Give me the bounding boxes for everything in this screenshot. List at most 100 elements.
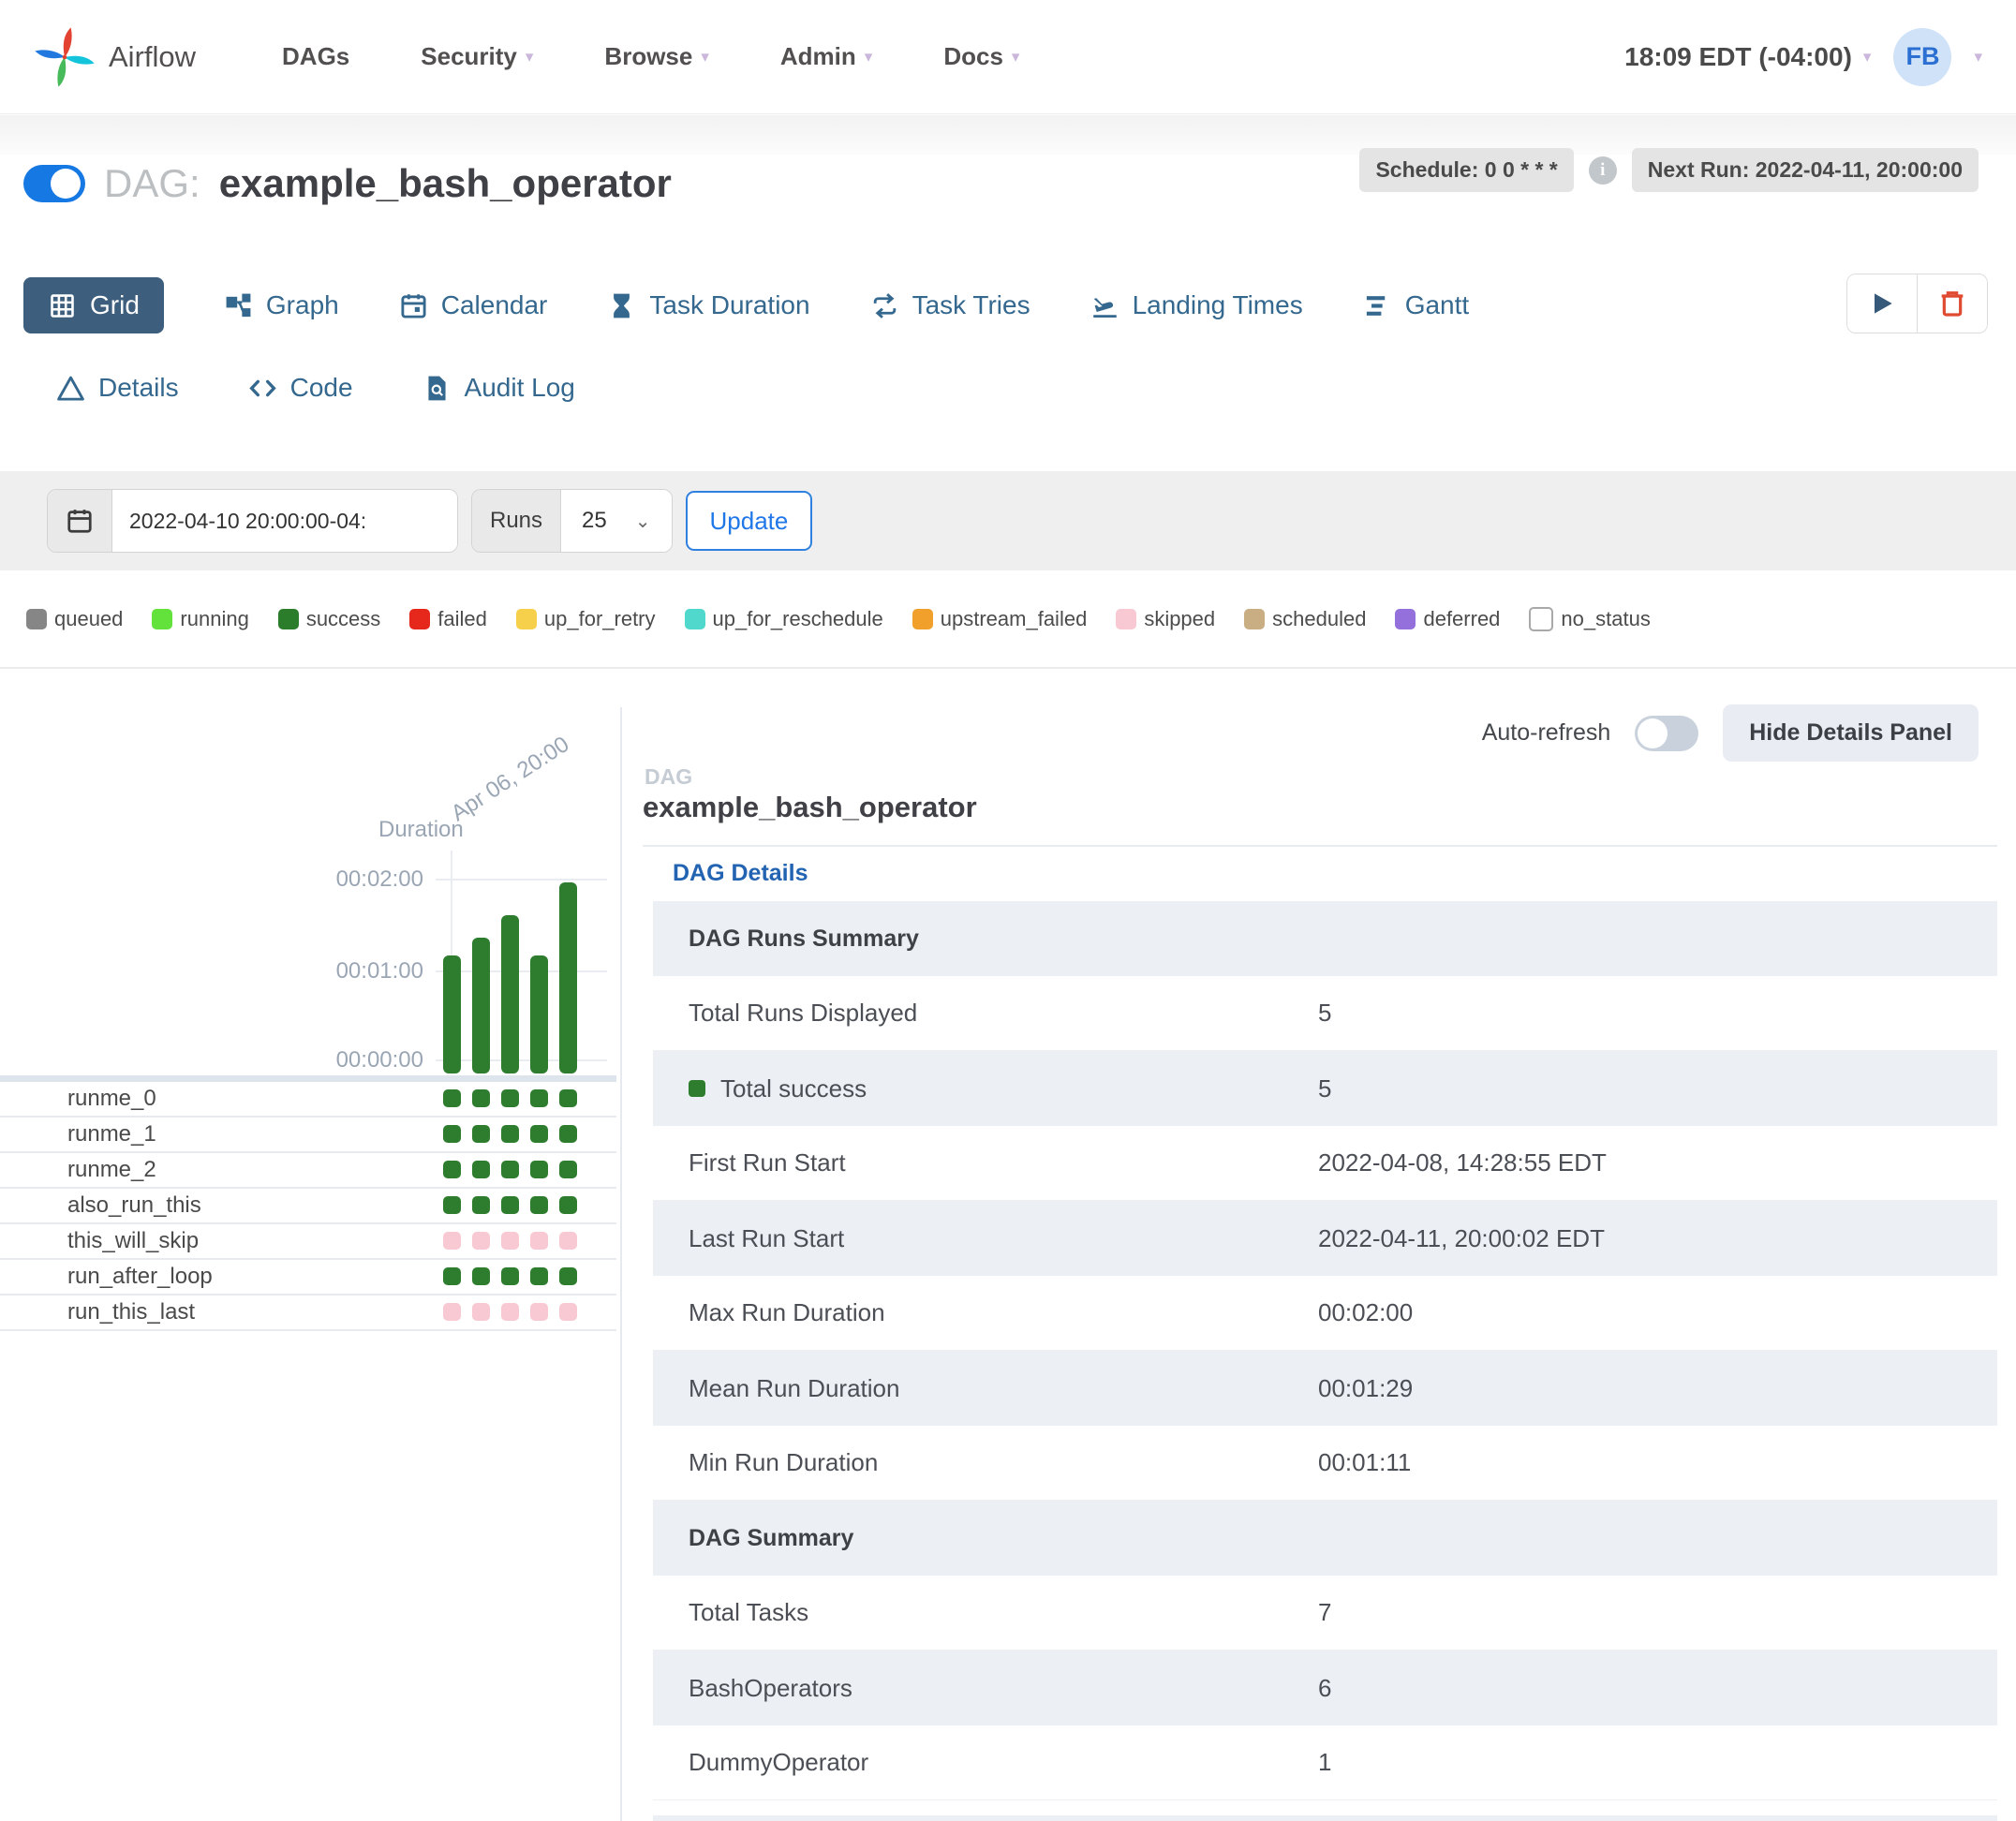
- task-instance-square-success[interactable]: [559, 1089, 577, 1107]
- tab-label: Code: [289, 373, 353, 402]
- task-instance-square-success[interactable]: [443, 1125, 461, 1143]
- tab-grid[interactable]: Grid: [23, 277, 164, 333]
- tab-calendar[interactable]: Calendar: [399, 277, 547, 333]
- task-instance-square-success[interactable]: [530, 1125, 548, 1143]
- task-instance-square-skipped[interactable]: [472, 1232, 490, 1250]
- task-instance-square-skipped[interactable]: [530, 1303, 548, 1321]
- legend-swatch-scheduled: [1244, 609, 1266, 629]
- task-instance-square-success[interactable]: [472, 1161, 490, 1178]
- task-name[interactable]: run_this_last: [0, 1299, 195, 1325]
- tab-audit-log[interactable]: Audit Log: [422, 360, 575, 416]
- task-instance-square-success[interactable]: [443, 1196, 461, 1214]
- calendar-addon-button[interactable]: [48, 490, 112, 552]
- info-icon[interactable]: i: [1588, 155, 1617, 185]
- task-instance-square-skipped[interactable]: [472, 1303, 490, 1321]
- task-instance-square-skipped[interactable]: [501, 1232, 519, 1250]
- task-instance-square-success[interactable]: [530, 1267, 548, 1285]
- tab-task-duration[interactable]: Task Duration: [607, 277, 810, 333]
- runs-select[interactable]: 25 ⌄: [561, 490, 672, 552]
- base-date-input[interactable]: [112, 490, 457, 552]
- dag-pause-toggle[interactable]: [23, 165, 85, 202]
- task-instance-square-success[interactable]: [559, 1125, 577, 1143]
- legend-label: failed: [437, 607, 487, 630]
- task-name[interactable]: runme_2: [0, 1157, 156, 1183]
- task-name[interactable]: run_after_loop: [0, 1264, 213, 1290]
- task-instance-square-skipped[interactable]: [443, 1303, 461, 1321]
- task-instance-square-success[interactable]: [443, 1267, 461, 1285]
- y-axis-tick: 00:02:00: [335, 866, 423, 892]
- task-instance-square-success[interactable]: [443, 1089, 461, 1107]
- clock-dropdown[interactable]: 18:09 EDT (-04:00) ▾: [1624, 42, 1871, 72]
- task-instance-square-success[interactable]: [501, 1125, 519, 1143]
- task-instance-square-success[interactable]: [443, 1161, 461, 1178]
- task-instance-square-skipped[interactable]: [501, 1303, 519, 1321]
- task-instance-square-success[interactable]: [530, 1161, 548, 1178]
- task-instance-square-success[interactable]: [501, 1267, 519, 1285]
- chevron-down-icon[interactable]: ▾: [1974, 49, 1982, 65]
- task-instance-square-skipped[interactable]: [559, 1232, 577, 1250]
- nav-item-dags[interactable]: DAGs: [282, 42, 349, 71]
- nav-item-security[interactable]: Security ▾: [421, 42, 533, 71]
- task-instance-square-success[interactable]: [559, 1161, 577, 1178]
- task-instance-square-success[interactable]: [530, 1089, 548, 1107]
- nav-item-label: Admin: [779, 42, 856, 70]
- task-instance-square-success[interactable]: [472, 1196, 490, 1214]
- legend-label: upstream_failed: [940, 607, 1088, 630]
- auto-refresh-toggle[interactable]: [1635, 715, 1699, 751]
- task-row-runme_1: runme_1: [0, 1118, 616, 1153]
- task-instance-square-success[interactable]: [472, 1089, 490, 1107]
- hourglass-icon: [607, 291, 636, 320]
- dag-run-bar[interactable]: [530, 955, 548, 1073]
- legend-swatch-running: [152, 609, 173, 629]
- legend-item-upstream_failed: upstream_failed: [912, 607, 1088, 631]
- state-legend: queued running success failed up_for_retry up…: [26, 607, 1651, 631]
- task-name[interactable]: runme_1: [0, 1121, 156, 1147]
- dag-run-bar[interactable]: [443, 955, 461, 1073]
- task-row-runme_2: runme_2: [0, 1153, 616, 1189]
- tab-landing-times[interactable]: Landing Times: [1090, 277, 1303, 333]
- task-instance-square-success[interactable]: [559, 1196, 577, 1214]
- task-name[interactable]: also_run_this: [0, 1192, 201, 1219]
- dag-details-link[interactable]: DAG Details: [673, 860, 808, 887]
- update-button[interactable]: Update: [685, 491, 813, 551]
- dag-title-row: DAG: example_bash_operator: [23, 161, 672, 206]
- tab-task-tries[interactable]: Task Tries: [870, 277, 1030, 333]
- task-instance-square-skipped[interactable]: [559, 1303, 577, 1321]
- task-name[interactable]: runme_0: [0, 1086, 156, 1112]
- avatar[interactable]: FB: [1893, 27, 1952, 86]
- task-instance-square-success[interactable]: [530, 1196, 548, 1214]
- airflow-brand[interactable]: Airflow: [34, 26, 196, 88]
- task-instance-square-success[interactable]: [472, 1267, 490, 1285]
- dag-run-bar[interactable]: [472, 938, 490, 1073]
- num-runs-group: Runs 25 ⌄: [471, 489, 673, 553]
- task-instance-square-success[interactable]: [501, 1196, 519, 1214]
- tab-code[interactable]: Code: [248, 360, 353, 416]
- delete-dag-button[interactable]: [1917, 274, 1987, 333]
- details-header-dag-summary: DAG Summary: [653, 1501, 1997, 1576]
- task-instance-square-skipped[interactable]: [530, 1232, 548, 1250]
- task-name[interactable]: this_will_skip: [0, 1228, 199, 1254]
- task-instance-square-success[interactable]: [501, 1089, 519, 1107]
- details-row-total-success: Total success 5: [653, 1051, 1997, 1126]
- details-panel-divider: [643, 845, 1997, 847]
- dag-run-bar[interactable]: [559, 882, 577, 1073]
- trigger-dag-button[interactable]: [1847, 274, 1917, 333]
- nav-item-docs[interactable]: Docs ▾: [943, 42, 1019, 71]
- run-date-tick-label: Apr 06, 20:00: [446, 732, 574, 827]
- details-row-total-runs-displayed: Total Runs Displayed 5: [653, 976, 1997, 1051]
- tab-details[interactable]: Details: [56, 360, 179, 416]
- task-instance-square-success[interactable]: [472, 1125, 490, 1143]
- tab-gantt[interactable]: Gantt: [1363, 277, 1469, 333]
- gridline: [436, 879, 607, 881]
- details-label: Last Run Start: [689, 1223, 845, 1252]
- details-label: BashOperators: [689, 1673, 852, 1702]
- task-instance-square-success[interactable]: [559, 1267, 577, 1285]
- nav-item-browse[interactable]: Browse ▾: [604, 42, 708, 71]
- dag-run-bar[interactable]: [501, 915, 519, 1073]
- task-instance-square-success[interactable]: [501, 1161, 519, 1178]
- task-instance-square-skipped[interactable]: [443, 1232, 461, 1250]
- details-row-bashoperators: BashOperators 6: [653, 1651, 1997, 1725]
- nav-item-admin[interactable]: Admin ▾: [780, 42, 872, 71]
- tab-graph[interactable]: Graph: [224, 277, 339, 333]
- hide-details-panel-button[interactable]: Hide Details Panel: [1723, 704, 1979, 762]
